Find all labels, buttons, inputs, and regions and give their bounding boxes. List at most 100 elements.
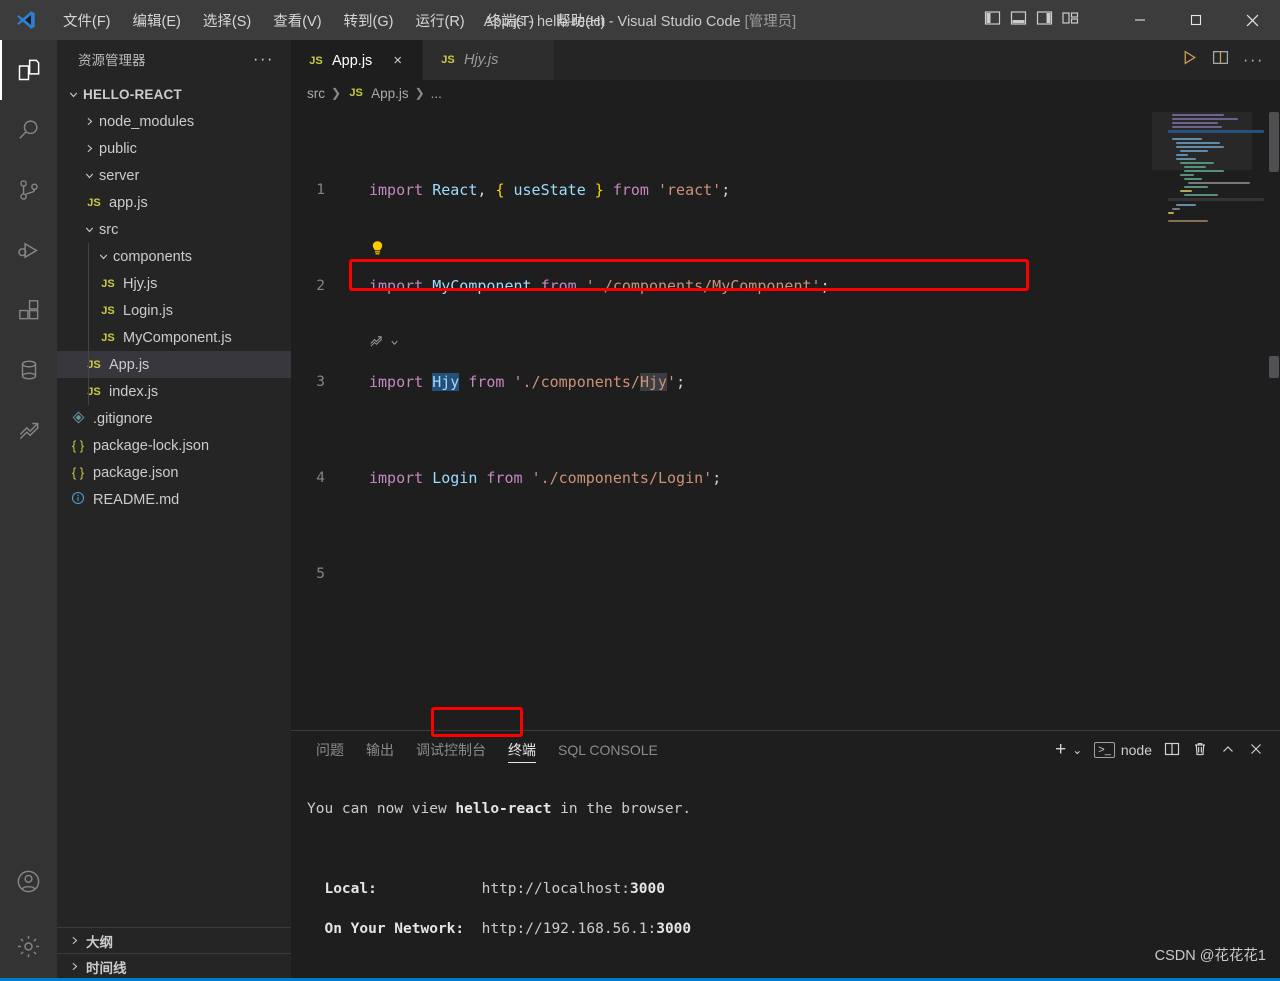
title-bar: 文件(F) 编辑(E) 选择(S) 查看(V) 转到(G) 运行(R) 终端(T…	[0, 0, 1280, 40]
editor-vertical-scrollbar[interactable]	[1266, 106, 1280, 743]
terminal-dropdown-icon[interactable]: ⌄	[1072, 743, 1082, 757]
activity-bar-bottom	[0, 851, 57, 981]
terminal-line: Local: http://localhost:3000	[307, 879, 1280, 899]
tree-item-label: app.js	[109, 194, 148, 211]
sidebar-section-timeline[interactable]: 时间线	[57, 953, 291, 979]
minimize-icon[interactable]	[1112, 0, 1168, 40]
panel-tab-label: 调试控制台	[416, 742, 486, 758]
split-editor-icon[interactable]	[1212, 49, 1229, 71]
code-line-5: 5	[291, 562, 1280, 586]
menu-help[interactable]: 帮助(H)	[545, 6, 616, 35]
menu-file[interactable]: 文件(F)	[52, 6, 122, 35]
todo-tree-icon[interactable]	[0, 400, 57, 460]
code-editor[interactable]: 1 import React, { useState } from 'react…	[291, 106, 1280, 743]
terminal-output[interactable]: You can now view hello-react in the brow…	[291, 769, 1280, 981]
tab-close-icon[interactable]: ×	[393, 52, 402, 69]
layout-controls	[984, 0, 1080, 40]
run-code-icon[interactable]	[1181, 49, 1198, 71]
sidebar-section-label: 时间线	[86, 960, 127, 976]
tree-item-gitignore[interactable]: .gitignore	[57, 405, 291, 432]
tree-item-server-app-js[interactable]: JS app.js	[57, 189, 291, 216]
scrollbar-marker	[1269, 356, 1279, 378]
code-line-2: 2 import MyComponent from './components/…	[291, 274, 1280, 298]
tree-item-server[interactable]: server	[57, 162, 291, 189]
tree-item-public[interactable]: public	[57, 135, 291, 162]
terminal-url[interactable]: http://192.168.56.1:	[482, 921, 657, 937]
panel-tab-terminal[interactable]: 终端	[497, 731, 547, 769]
toggle-panel-icon[interactable]	[1010, 10, 1027, 30]
tree-item-hjy-js[interactable]: JS Hjy.js	[57, 270, 291, 297]
run-and-debug-icon[interactable]	[0, 220, 57, 280]
tree-item-node-modules[interactable]: node_modules	[57, 108, 291, 135]
close-panel-icon[interactable]	[1248, 741, 1264, 760]
panel-tab-label: 输出	[366, 742, 394, 758]
close-icon[interactable]	[1224, 0, 1280, 40]
accounts-icon[interactable]	[0, 851, 57, 911]
trash-icon[interactable]	[1192, 741, 1208, 760]
breadcrumb-file[interactable]: App.js	[371, 86, 409, 101]
terminal-url[interactable]: http://localhost:	[482, 881, 630, 897]
maximize-icon[interactable]	[1168, 0, 1224, 40]
menu-edit[interactable]: 编辑(E)	[122, 6, 192, 35]
panel-tab-sql-console[interactable]: SQL CONSOLE	[547, 731, 669, 769]
panel-tab-problems[interactable]: 问题	[305, 731, 355, 769]
tree-item-login-js[interactable]: JS Login.js	[57, 297, 291, 324]
tab-app-js[interactable]: JS App.js ×	[291, 40, 423, 80]
chevron-down-icon	[81, 168, 97, 184]
tree-item-src[interactable]: src	[57, 216, 291, 243]
tree-item-label: Hjy.js	[123, 275, 158, 292]
tree-item-hello-react[interactable]: HELLO-REACT	[57, 81, 291, 108]
toggle-primary-sidebar-icon[interactable]	[984, 10, 1001, 30]
tree-item-mycomponent-js[interactable]: JS MyComponent.js	[57, 324, 291, 351]
watermark: CSDN @花花花1	[1154, 948, 1266, 964]
minimap[interactable]	[1152, 106, 1266, 743]
chevron-up-icon[interactable]	[1220, 741, 1236, 760]
tree-item-package-lock-json[interactable]: { } package-lock.json	[57, 432, 291, 459]
editor-more-actions-icon[interactable]: ···	[1243, 50, 1264, 70]
split-terminal-icon[interactable]	[1164, 741, 1180, 760]
breadcrumb-src[interactable]: src	[307, 86, 325, 101]
activity-bar	[0, 40, 57, 981]
tab-label: App.js	[332, 52, 373, 69]
new-terminal-icon[interactable]: +	[1055, 739, 1066, 761]
panel-tab-output[interactable]: 输出	[355, 731, 405, 769]
menu-bar: 文件(F) 编辑(E) 选择(S) 查看(V) 转到(G) 运行(R) 终端(T…	[52, 6, 616, 35]
menu-run[interactable]: 运行(R)	[404, 6, 475, 35]
tree-item-package-json[interactable]: { } package.json	[57, 459, 291, 486]
codelens-references[interactable]	[369, 334, 400, 352]
sidebar-title-label: 资源管理器	[78, 53, 146, 68]
extensions-icon[interactable]	[0, 280, 57, 340]
quick-fix-lightbulb-icon[interactable]	[369, 240, 386, 257]
source-control-icon[interactable]	[0, 160, 57, 220]
code-line-4: 4 import Login from './components/Login'…	[291, 466, 1280, 490]
line-number: 2	[316, 278, 325, 294]
explorer-icon[interactable]	[0, 40, 57, 100]
breadcrumb-symbol[interactable]: ...	[431, 86, 442, 101]
scrollbar-thumb[interactable]	[1269, 112, 1279, 172]
menu-terminal[interactable]: 终端(T)	[476, 6, 546, 35]
sidebar-more-actions-icon[interactable]: ···	[253, 49, 274, 69]
customize-layout-icon[interactable]	[1062, 10, 1080, 30]
menu-view[interactable]: 查看(V)	[262, 6, 332, 35]
tree-item-label: MyComponent.js	[123, 329, 232, 346]
toggle-secondary-sidebar-icon[interactable]	[1036, 10, 1053, 30]
tab-hjy-js[interactable]: JS Hjy.js	[423, 40, 555, 80]
terminal-instance-node[interactable]: >_ node	[1094, 742, 1152, 758]
tree-item-readme-md[interactable]: README.md	[57, 486, 291, 513]
tree-item-index-js[interactable]: JS index.js	[57, 378, 291, 405]
panel-tab-debug-console[interactable]: 调试控制台	[405, 731, 497, 769]
database-icon[interactable]	[0, 340, 57, 400]
tree-item-label: node_modules	[99, 113, 195, 130]
search-icon[interactable]	[0, 100, 57, 160]
window-title-admin: [管理员]	[744, 13, 797, 30]
settings-gear-icon[interactable]	[0, 911, 57, 981]
menu-go[interactable]: 转到(G)	[333, 6, 405, 35]
tree-item-app-js[interactable]: JS App.js	[57, 351, 291, 378]
json-file-icon: { }	[71, 438, 85, 453]
sidebar-section-outline[interactable]: 大纲	[57, 927, 291, 953]
code-line-1: 1 import React, { useState } from 'react…	[291, 178, 1280, 202]
tree-item-components[interactable]: components	[57, 243, 291, 270]
menu-selection[interactable]: 选择(S)	[192, 6, 262, 35]
tree-item-label: components	[113, 248, 192, 265]
